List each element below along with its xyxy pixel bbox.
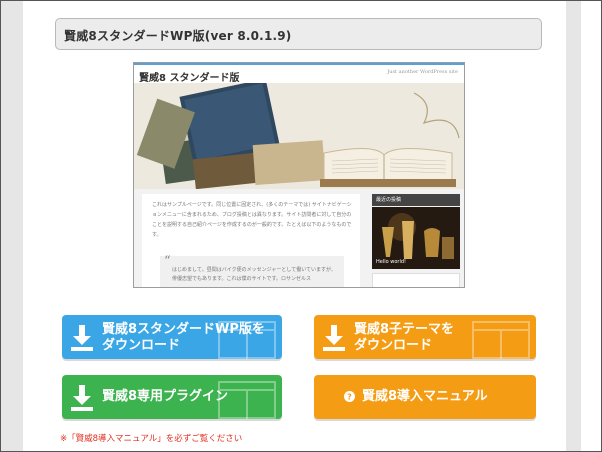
browser-window-decoration: [218, 321, 276, 359]
preview-widget-title: 最近の投稿: [376, 197, 402, 203]
preview-widget-image: Hello world!: [372, 207, 460, 269]
browser-window-decoration: [218, 381, 276, 419]
preview-widget-header: 最近の投稿: [372, 194, 460, 206]
standard-download-button[interactable]: 賢威8スタンダードWP版を ダウンロード: [62, 315, 282, 359]
child-theme-download-button[interactable]: 賢威8子テーマを ダウンロード: [314, 315, 536, 359]
preview-site-title: 賢威8 スタンダード版: [139, 73, 240, 84]
manual-button[interactable]: ? 賢威8導入マニュアル: [314, 375, 536, 419]
preview-post: これはサンプルページです。同じ位置に固定され、(多くのテーマでは) サイトナビゲ…: [142, 194, 360, 287]
child-theme-download-label: 賢威8子テーマを ダウンロード: [354, 322, 455, 353]
theme-preview-image: 賢威8 スタンダード版 Just another WordPress site: [133, 62, 465, 288]
left-gutter: [1, 1, 23, 451]
download-icon: [323, 325, 345, 351]
plugin-download-button[interactable]: 賢威8専用プラグイン: [62, 375, 282, 419]
browser-window-decoration: [472, 321, 530, 359]
preview-widget-box: [372, 273, 460, 287]
right-gutter: [566, 1, 581, 451]
manual-notice: ※「賢威8導入マニュアル」を必ずご覧ください: [60, 434, 243, 444]
preview-top-bar: [134, 63, 464, 65]
books-photo: [134, 83, 464, 189]
preview-quote-text: はじめまして。昼間はバイク便のメッセンジャーとして働いていますが、俳優志望でもあ…: [172, 267, 336, 282]
svg-text:?: ?: [347, 393, 352, 402]
question-circle-icon: ?: [344, 391, 355, 402]
preview-widget-caption: Hello world!: [376, 259, 407, 265]
preview-tagline: Just another WordPress site: [387, 69, 458, 75]
preview-quote: “ はじめまして。昼間はバイク便のメッセンジャーとして働いていますが、俳優志望で…: [160, 254, 344, 287]
quote-icon: “: [164, 254, 171, 269]
manual-label: 賢威8導入マニュアル: [362, 389, 488, 404]
product-heading: 賢威8スタンダードWP版(ver 8.0.1.9): [64, 29, 292, 43]
scrollbar-area[interactable]: [581, 1, 601, 451]
plugin-label: 賢威8専用プラグイン: [102, 389, 229, 404]
download-icon: [71, 325, 93, 351]
download-icon: [71, 385, 93, 411]
product-heading-box: 賢威8スタンダードWP版(ver 8.0.1.9): [55, 18, 542, 50]
preview-body: これはサンプルページです。同じ位置に固定され、(多くのテーマでは) サイトナビゲ…: [134, 189, 464, 287]
preview-hero-image: [134, 83, 464, 189]
preview-post-text: これはサンプルページです。同じ位置に固定され、(多くのテーマでは) サイトナビゲ…: [152, 202, 352, 238]
